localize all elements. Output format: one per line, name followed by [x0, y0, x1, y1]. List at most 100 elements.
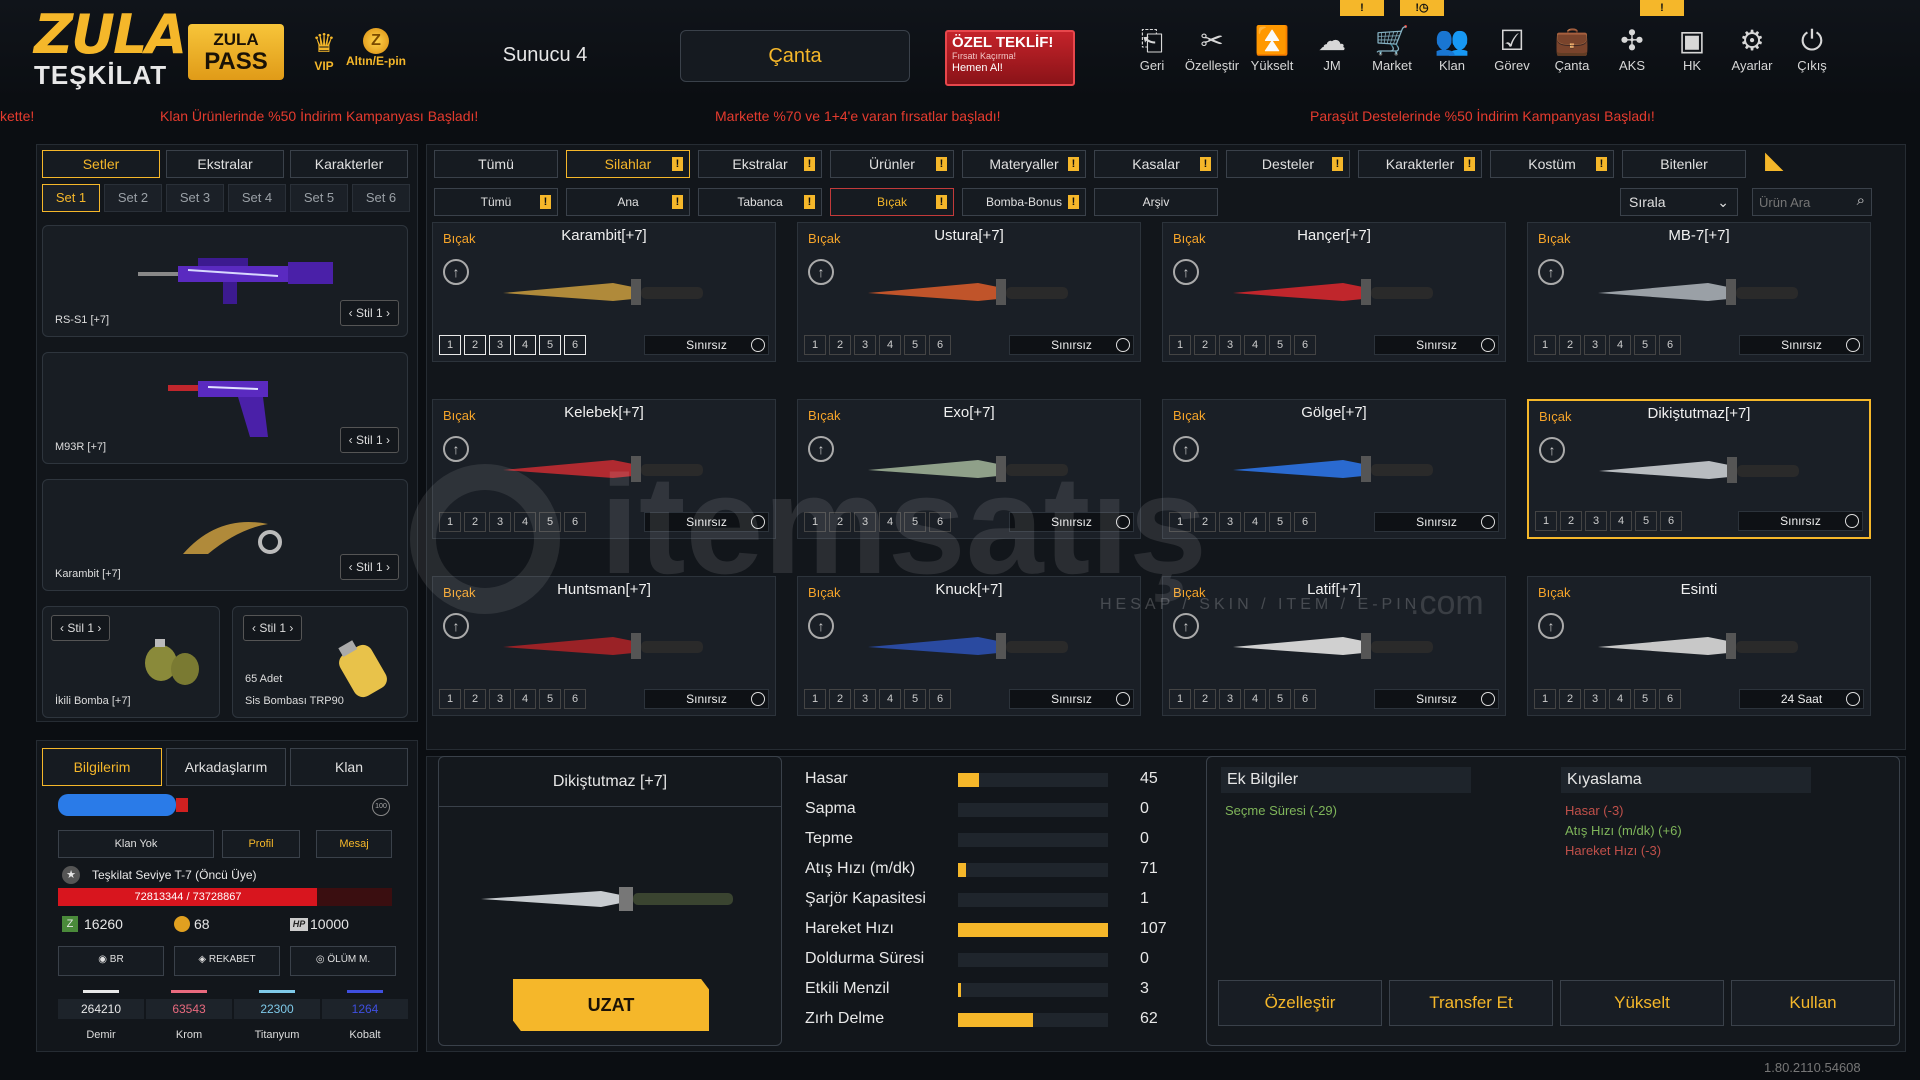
item-card[interactable]: Bıçak Exo[+7] ↑ 1 2 3 4 5 6 Sınırsız	[797, 399, 1141, 539]
subcategory-tab[interactable]: Ana!	[566, 188, 690, 216]
subcategory-tab[interactable]: Bomba-Bonus!	[962, 188, 1086, 216]
item-card[interactable]: Bıçak Hançer[+7] ↑ 1 2 3 4 5 6 Sınırsız	[1162, 222, 1506, 362]
altin-epin-button[interactable]: Z Altın/E-pin	[340, 28, 412, 68]
level-button[interactable]: 6	[929, 689, 951, 709]
upgrade-arrow-icon[interactable]: ↑	[1538, 613, 1564, 639]
upgrade-arrow-icon[interactable]: ↑	[443, 613, 469, 639]
level-button[interactable]: 3	[1219, 512, 1241, 532]
level-button[interactable]: 2	[1559, 689, 1581, 709]
nav-tools[interactable]: ✂ Özelleştir	[1183, 24, 1241, 84]
mode-rekabet-button[interactable]: ◈ REKABET	[174, 946, 280, 976]
level-button[interactable]: 3	[1584, 689, 1606, 709]
level-button[interactable]: 1	[1169, 335, 1191, 355]
level-button[interactable]: 6	[1294, 512, 1316, 532]
level-button[interactable]: 2	[464, 512, 486, 532]
item-card[interactable]: Bıçak Knuck[+7] ↑ 1 2 3 4 5 6 Sınırsız	[797, 576, 1141, 716]
nav-wallet[interactable]: ▣ HK	[1663, 24, 1721, 84]
sort-dropdown[interactable]: Sırala ⌄	[1620, 188, 1738, 216]
level-button[interactable]: 5	[904, 512, 926, 532]
level-button[interactable]: 6	[929, 335, 951, 355]
level-button[interactable]: 1	[1169, 512, 1191, 532]
level-button[interactable]: 1	[439, 335, 461, 355]
nav-gear[interactable]: ⚙ Ayarlar	[1723, 24, 1781, 84]
level-button[interactable]: 1	[804, 512, 826, 532]
category-tab[interactable]: Silahlar!	[566, 150, 690, 178]
upgrade-arrow-icon[interactable]: ↑	[443, 436, 469, 462]
item-card[interactable]: Bıçak MB-7[+7] ↑ 1 2 3 4 5 6 Sınırsız	[1527, 222, 1871, 362]
level-button[interactable]: 4	[1609, 335, 1631, 355]
profile-button[interactable]: Profil	[222, 830, 300, 858]
upgrade-arrow-icon[interactable]: ↑	[808, 436, 834, 462]
loadout-slot-pistol[interactable]: M93R [+7] ‹ Stil 1 ›	[42, 352, 408, 464]
set-tab-2[interactable]: Set 2	[104, 184, 162, 212]
level-button[interactable]: 3	[1219, 335, 1241, 355]
level-button[interactable]: 3	[854, 335, 876, 355]
upgrade-arrow-icon[interactable]: ↑	[1173, 436, 1199, 462]
level-button[interactable]: 3	[489, 689, 511, 709]
vip-button[interactable]: ♛ VIP	[304, 28, 344, 73]
level-button[interactable]: 5	[904, 689, 926, 709]
level-button[interactable]: 3	[1219, 689, 1241, 709]
level-button[interactable]: 4	[514, 689, 536, 709]
set-tab-3[interactable]: Set 3	[166, 184, 224, 212]
category-tab[interactable]: Ürünler!	[830, 150, 954, 178]
level-button[interactable]: 6	[1294, 689, 1316, 709]
level-button[interactable]: 3	[854, 512, 876, 532]
nav-aks[interactable]: ✣ AKS	[1603, 24, 1661, 84]
loadout-slot-smoke[interactable]: ‹ Stil 1 › 65 Adet Sis Bombası TRP90	[232, 606, 408, 718]
level-button[interactable]: 4	[1244, 512, 1266, 532]
level-button[interactable]: 6	[564, 689, 586, 709]
extend-button[interactable]: UZAT	[513, 979, 709, 1031]
zula-pass-button[interactable]: ZULA PASS	[188, 24, 284, 80]
loadout-slot-primary[interactable]: RS-S1 [+7] ‹ Stil 1 ›	[42, 225, 408, 337]
level-button[interactable]: 4	[1244, 335, 1266, 355]
item-card[interactable]: Bıçak Karambit[+7] ↑ 1 2 3 4 5 6 Sınırsız	[432, 222, 776, 362]
item-card[interactable]: Bıçak Kelebek[+7] ↑ 1 2 3 4 5 6 Sınırsız	[432, 399, 776, 539]
level-button[interactable]: 6	[1659, 689, 1681, 709]
level-button[interactable]: 5	[539, 512, 561, 532]
loadout-slot-melee[interactable]: Karambit [+7] ‹ Stil 1 ›	[42, 479, 408, 591]
category-tab[interactable]: Kasalar!	[1094, 150, 1218, 178]
category-tab[interactable]: Desteler!	[1226, 150, 1350, 178]
item-card[interactable]: Bıçak Gölge[+7] ↑ 1 2 3 4 5 6 Sınırsız	[1162, 399, 1506, 539]
set-tab-5[interactable]: Set 5	[290, 184, 348, 212]
category-tab[interactable]: Karakterler!	[1358, 150, 1482, 178]
set-tab-6[interactable]: Set 6	[352, 184, 410, 212]
level-button[interactable]: 3	[854, 689, 876, 709]
special-offer-button[interactable]: ÖZEL TEKLİF! Fırsatı Kaçırma! Hemen Al!	[945, 30, 1075, 86]
upgrade-arrow-icon[interactable]: ↑	[1539, 437, 1565, 463]
level-button[interactable]: 4	[1244, 689, 1266, 709]
set-tab-4[interactable]: Set 4	[228, 184, 286, 212]
canta-button[interactable]: Çanta	[680, 30, 910, 82]
item-card[interactable]: Bıçak Esinti ↑ 1 2 3 4 5 6 24 Saat	[1527, 576, 1871, 716]
tab-bilgilerim[interactable]: Bilgilerim	[42, 748, 162, 786]
level-button[interactable]: 5	[1269, 335, 1291, 355]
level-button[interactable]: 1	[804, 335, 826, 355]
stil-selector[interactable]: ‹ Stil 1 ›	[243, 615, 303, 641]
level-button[interactable]: 5	[1269, 512, 1291, 532]
level-button[interactable]: 5	[539, 689, 561, 709]
nav-power[interactable]: ⏻ Çıkış	[1783, 24, 1841, 84]
upgrade-arrow-icon[interactable]: ↑	[443, 259, 469, 285]
upgrade-arrow-icon[interactable]: ↑	[1173, 613, 1199, 639]
level-button[interactable]: 2	[829, 689, 851, 709]
item-card[interactable]: Bıçak Latif[+7] ↑ 1 2 3 4 5 6 Sınırsız	[1162, 576, 1506, 716]
level-button[interactable]: 5	[1634, 335, 1656, 355]
nav-task[interactable]: ☑ Görev	[1483, 24, 1541, 84]
level-button[interactable]: 1	[1535, 511, 1557, 531]
search-input[interactable]	[1753, 189, 1845, 215]
category-tab[interactable]: Tümü	[434, 150, 558, 178]
nav-bag[interactable]: 💼 Çanta	[1543, 24, 1601, 84]
level-button[interactable]: 1	[1534, 689, 1556, 709]
level-button[interactable]: 2	[829, 335, 851, 355]
level-button[interactable]: 6	[1294, 335, 1316, 355]
level-button[interactable]: 1	[439, 689, 461, 709]
level-button[interactable]: 2	[464, 689, 486, 709]
tab-ekstralar[interactable]: Ekstralar	[166, 150, 284, 178]
level-button[interactable]: 4	[879, 335, 901, 355]
level-button[interactable]: 1	[804, 689, 826, 709]
tab-setler[interactable]: Setler	[42, 150, 160, 178]
level-button[interactable]: 1	[1169, 689, 1191, 709]
item-card[interactable]: Bıçak Ustura[+7] ↑ 1 2 3 4 5 6 Sınırsız	[797, 222, 1141, 362]
level-button[interactable]: 6	[564, 335, 586, 355]
